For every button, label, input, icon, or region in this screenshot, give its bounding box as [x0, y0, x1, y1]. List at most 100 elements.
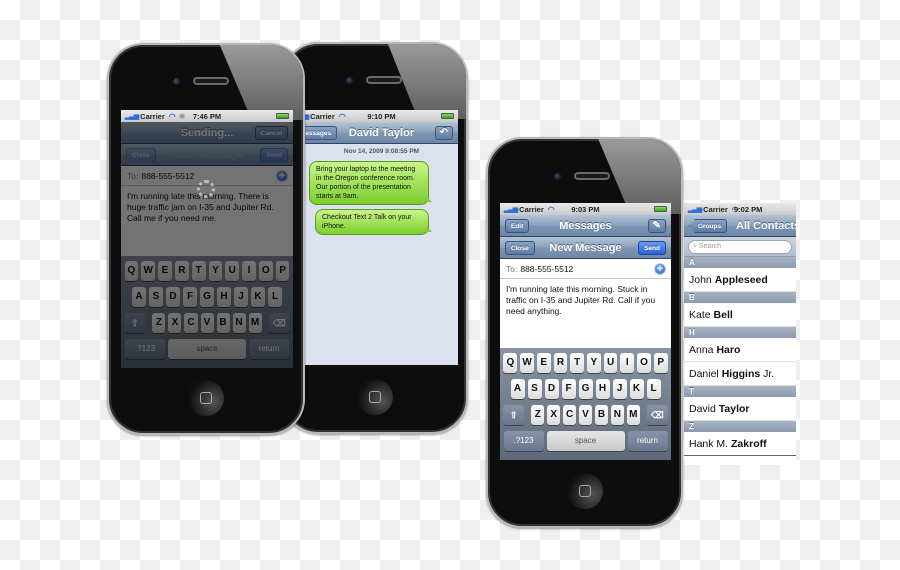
key[interactable]: S — [527, 379, 542, 399]
key[interactable]: R — [174, 261, 189, 281]
key[interactable]: R — [553, 353, 568, 373]
key[interactable]: Q — [503, 353, 518, 373]
add-contact-icon[interactable]: + — [276, 170, 288, 182]
contact-row[interactable]: Hank M. Zakroff — [684, 432, 796, 456]
home-button[interactable] — [567, 473, 603, 509]
numbers-key[interactable]: .?123 — [503, 431, 544, 451]
wifi-icon: ◠ — [168, 111, 176, 121]
key[interactable]: O — [637, 353, 651, 373]
delete-key[interactable]: ⌫ — [269, 313, 290, 333]
groups-back-button[interactable]: Groups — [689, 219, 728, 233]
key[interactable]: E — [536, 353, 551, 373]
contacts-nav: Groups All Contacts — [684, 215, 796, 237]
add-contact-icon[interactable]: + — [654, 263, 666, 275]
key[interactable]: T — [191, 261, 206, 281]
contact-row[interactable]: Kate Bell — [684, 303, 796, 327]
key[interactable]: P — [653, 353, 668, 373]
key[interactable]: W — [141, 261, 156, 281]
key[interactable]: B — [216, 313, 230, 333]
home-square-icon — [369, 391, 381, 403]
space-key[interactable]: space — [168, 339, 246, 359]
delete-key[interactable]: ⌫ — [647, 405, 668, 425]
key[interactable]: U — [603, 353, 618, 373]
key[interactable]: Z — [152, 313, 166, 333]
key[interactable]: X — [168, 313, 182, 333]
edit-button[interactable]: Edit — [505, 219, 530, 233]
key[interactable]: Y — [208, 261, 223, 281]
key[interactable]: F — [183, 287, 197, 307]
compose-title: New Message — [549, 241, 622, 254]
search-input[interactable]: ⌕ Search — [688, 240, 792, 254]
compose-button[interactable]: ✎ — [647, 219, 666, 233]
key[interactable]: Y — [587, 353, 601, 373]
key[interactable]: I — [620, 353, 635, 373]
key[interactable]: V — [579, 405, 592, 425]
key[interactable]: P — [275, 261, 290, 281]
key[interactable]: S — [149, 287, 163, 307]
key[interactable]: L — [646, 379, 661, 399]
contact-first-name: David — [689, 403, 716, 415]
numbers-key[interactable]: .?123 — [125, 339, 165, 359]
send-button[interactable]: Send — [638, 241, 666, 255]
key[interactable]: K — [629, 379, 644, 399]
key[interactable]: I — [242, 261, 256, 281]
key[interactable]: H — [595, 379, 610, 399]
keyboard: QWERTYUIOP ASDFGHJKL ⇧ ZXCVBNM ⌫ .?123 s… — [121, 256, 293, 368]
reply-button[interactable]: ↶ — [434, 126, 453, 140]
key[interactable]: C — [563, 405, 577, 425]
return-key[interactable]: return — [627, 431, 668, 451]
key[interactable]: U — [225, 261, 240, 281]
key[interactable]: N — [232, 313, 246, 333]
contact-row[interactable]: David Taylor — [684, 397, 796, 421]
contact-row[interactable]: John Appleseed — [684, 268, 796, 292]
key[interactable]: W — [520, 353, 534, 373]
activity-icon: ✳ — [178, 111, 186, 121]
key[interactable]: G — [578, 379, 593, 399]
contact-row[interactable]: Anna Haro — [684, 338, 796, 362]
key[interactable]: J — [234, 287, 248, 307]
key[interactable]: M — [626, 405, 640, 425]
to-field[interactable]: To: 888-555-5512 + — [500, 259, 671, 279]
message-bubble[interactable]: Checkout Text 2 Talk on your iPhone. — [315, 209, 429, 235]
key[interactable]: V — [200, 313, 214, 333]
home-button[interactable] — [357, 379, 393, 415]
key[interactable]: Z — [531, 405, 545, 425]
key[interactable]: E — [158, 261, 172, 281]
messages-title: Messages — [559, 219, 612, 232]
keyboard-row-2: ASDFGHJKL — [502, 379, 669, 399]
contact-first-name: Kate — [689, 309, 711, 321]
return-key[interactable]: return — [249, 339, 289, 359]
to-label: To: — [506, 263, 518, 274]
key[interactable]: K — [251, 287, 265, 307]
key[interactable]: O — [258, 261, 273, 281]
close-button[interactable]: Close — [505, 241, 535, 255]
carrier-label: Carrier — [310, 111, 335, 121]
close-button[interactable]: Close — [126, 148, 156, 162]
send-button[interactable]: Send — [260, 148, 288, 162]
key[interactable]: L — [268, 287, 282, 307]
key[interactable]: A — [132, 287, 146, 307]
key[interactable]: T — [570, 353, 584, 373]
key[interactable]: Q — [124, 261, 139, 281]
contact-row[interactable]: Daniel Higgins Jr. — [684, 362, 796, 386]
key[interactable]: H — [217, 287, 231, 307]
key[interactable]: D — [544, 379, 559, 399]
key[interactable]: C — [184, 313, 198, 333]
message-bubble[interactable]: Bring your laptop to the meeting in the … — [309, 161, 429, 205]
key[interactable]: J — [612, 379, 627, 399]
key[interactable]: M — [248, 313, 262, 333]
shift-key[interactable]: ⇧ — [503, 405, 524, 425]
key[interactable]: X — [547, 405, 561, 425]
key[interactable]: F — [561, 379, 576, 399]
home-button[interactable] — [188, 380, 224, 416]
key[interactable]: N — [610, 405, 624, 425]
shift-key[interactable]: ⇧ — [124, 313, 145, 333]
space-key[interactable]: space — [546, 431, 625, 451]
cancel-button[interactable]: Cancel — [254, 126, 288, 140]
key[interactable]: B — [594, 405, 608, 425]
message-input[interactable]: I'm running late this morning. Stuck in … — [500, 279, 671, 322]
key[interactable]: D — [166, 287, 180, 307]
key[interactable]: A — [510, 379, 525, 399]
messages-back-button[interactable]: Messages — [305, 126, 338, 140]
key[interactable]: G — [200, 287, 214, 307]
